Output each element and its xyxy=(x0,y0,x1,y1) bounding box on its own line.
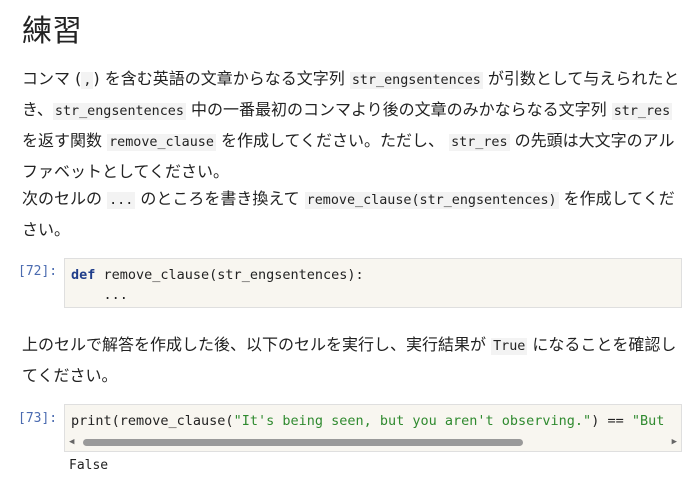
code-cell-72[interactable]: def remove_clause(str_engsentences): ... xyxy=(64,258,682,308)
cell-output: False xyxy=(69,458,109,473)
exercise-description: コンマ (,) を含む英語の文章からなる文字列 str_engsentences… xyxy=(22,69,680,181)
horizontal-scrollbar[interactable]: ◀ ▶ xyxy=(69,437,677,447)
notebook-page: 練習 コンマ (,) を含む英語の文章からなる文字列 str_engsenten… xyxy=(0,0,696,492)
scroll-right-arrow-icon[interactable]: ▶ xyxy=(672,437,677,447)
code-line-2[interactable]: ... xyxy=(71,285,681,305)
cell-prompt-72: [72]: xyxy=(18,264,58,279)
code-line-print[interactable]: print(remove_clause("It's being seen, bu… xyxy=(71,411,681,431)
scrollbar-thumb[interactable] xyxy=(83,439,523,446)
cell-prompt-73: [73]: xyxy=(18,411,58,426)
code-line-1[interactable]: def remove_clause(str_engsentences): xyxy=(71,265,681,285)
scroll-left-arrow-icon[interactable]: ◀ xyxy=(69,437,74,447)
instruction-paragraph: 次のセルの ... のところを書き換えて remove_clause(str_e… xyxy=(22,189,675,239)
code-cell-73[interactable]: print(remove_clause("It's being seen, bu… xyxy=(64,404,682,452)
run-instruction-paragraph: 上のセルで解答を作成した後、以下のセルを実行し、実行結果が True になること… xyxy=(22,335,677,385)
section-heading: 練習 xyxy=(22,14,82,49)
